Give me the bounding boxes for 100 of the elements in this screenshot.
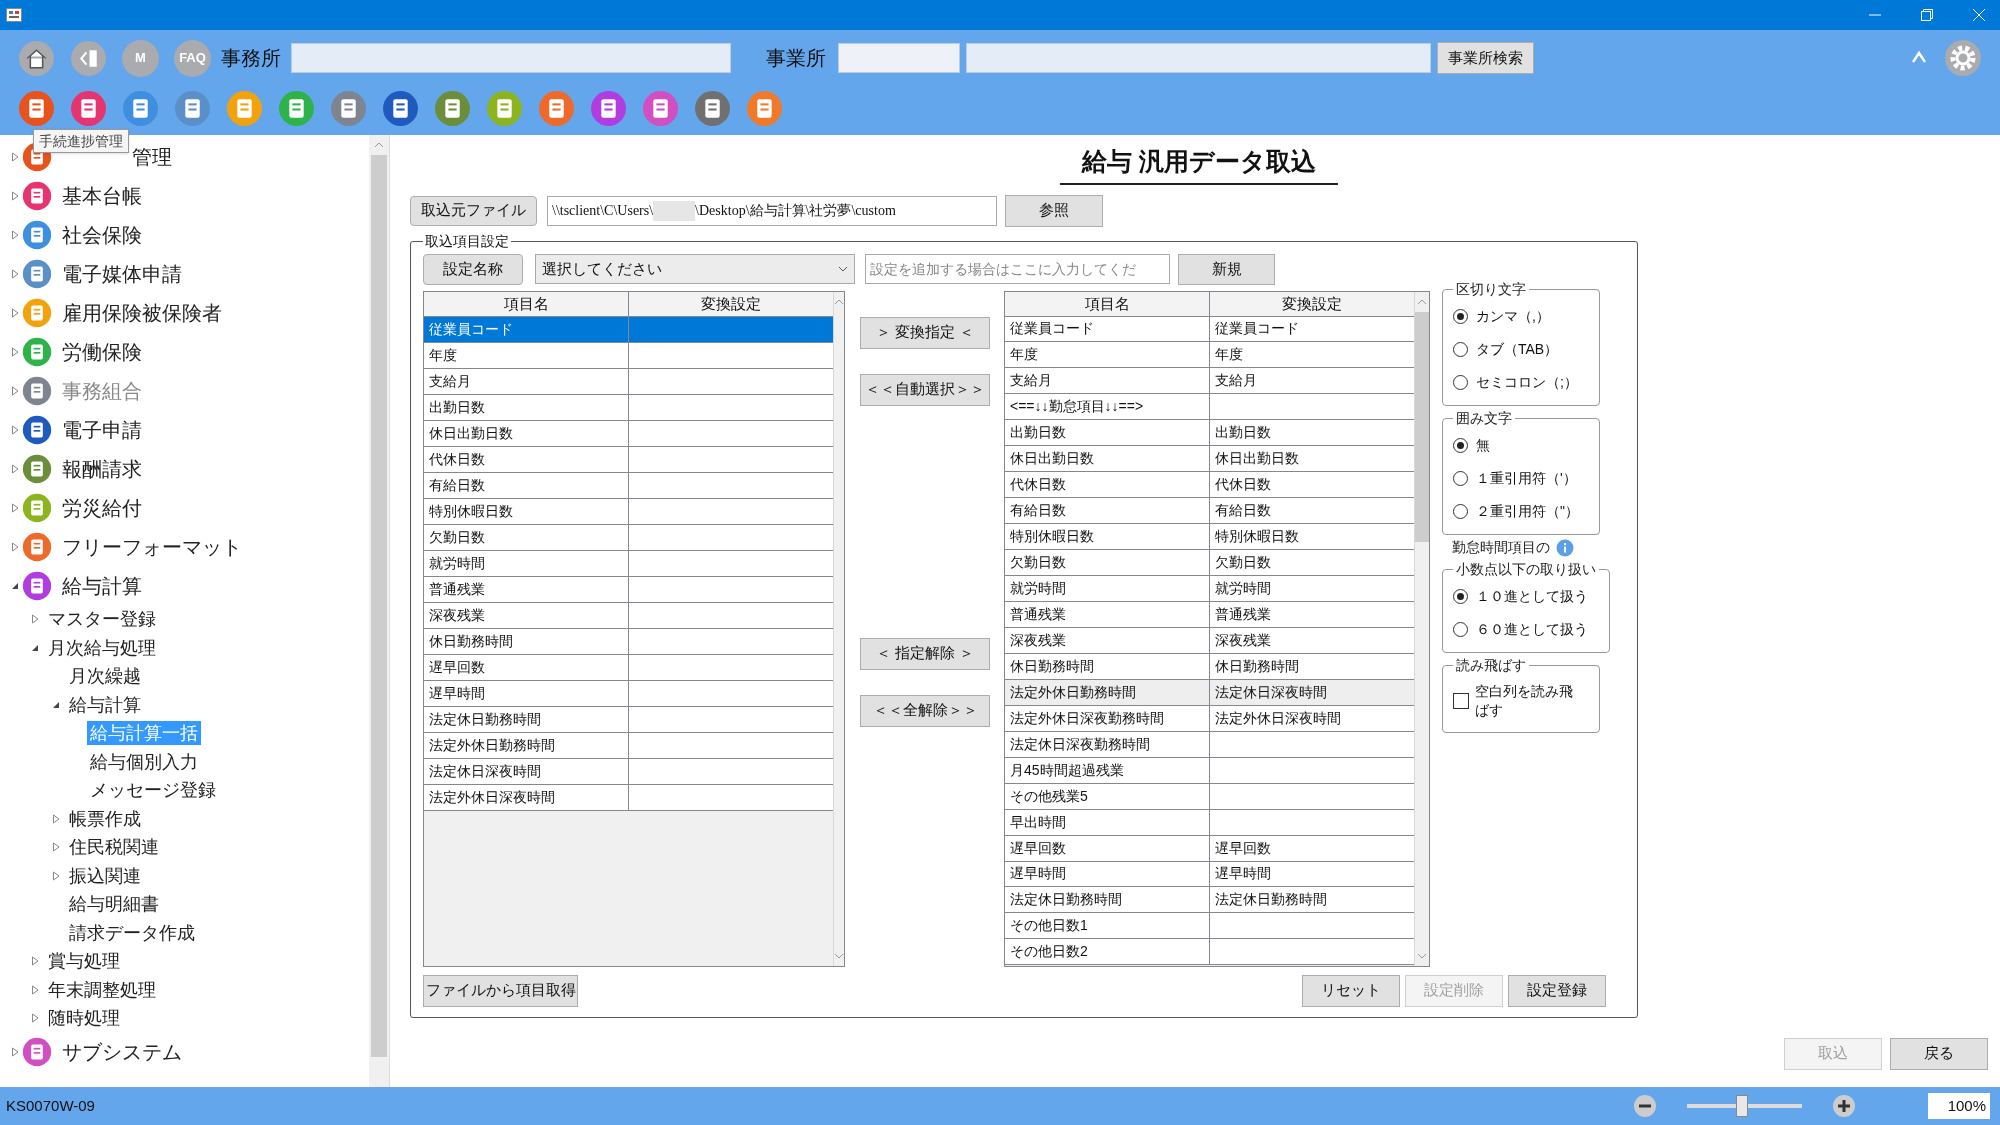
radio-button[interactable] — [1453, 374, 1468, 390]
collapsed-arrow-icon[interactable] — [10, 190, 20, 201]
tree-item[interactable]: フリーフォーマット — [62, 531, 242, 562]
app-icon[interactable] — [278, 90, 315, 127]
collapsed-arrow-icon[interactable] — [10, 346, 20, 357]
table-row[interactable]: 普通残業 — [424, 576, 833, 603]
collapsed-arrow-icon[interactable] — [30, 1013, 40, 1024]
app-icon[interactable] — [382, 90, 419, 127]
table-row[interactable]: 法定外休日勤務時間 法定休日深夜時間 — [1005, 679, 1414, 706]
table-row[interactable]: 休日勤務時間 — [424, 628, 833, 655]
app-icon[interactable] — [746, 90, 783, 127]
table-row[interactable]: 休日出勤日数 休日出勤日数 — [1005, 446, 1414, 473]
table-row[interactable]: 支給月 — [424, 368, 833, 395]
table-row[interactable]: 普通残業 普通残業 — [1005, 602, 1414, 628]
table-row[interactable]: 月45時間超過残業 — [1005, 757, 1414, 784]
radio-button[interactable] — [1453, 503, 1468, 519]
table-row[interactable]: 有給日数 有給日数 — [1005, 498, 1414, 525]
radio-label[interactable]: １０進として扱う — [1476, 585, 1588, 607]
tree-item[interactable]: 帳票作成 — [66, 806, 144, 831]
menu-category-icon[interactable] — [22, 1037, 52, 1067]
collapsed-arrow-icon[interactable] — [10, 1047, 20, 1057]
table-row[interactable]: 遅早時間 遅早時間 — [1005, 861, 1414, 888]
settings-action-button[interactable]: 設定登録 — [1508, 974, 1606, 1007]
radio-label[interactable]: ６０進として扱う — [1476, 618, 1588, 640]
collapsed-arrow-icon[interactable] — [30, 984, 40, 995]
table-row[interactable]: 特別休暇日数 特別休暇日数 — [1005, 524, 1414, 551]
get-fields-button[interactable]: ファイルから項目取得 — [423, 974, 578, 1007]
close-icon[interactable] — [1972, 8, 1986, 22]
tree-item[interactable]: 給与計算 — [66, 692, 144, 717]
scroll-up-icon[interactable] — [1417, 298, 1427, 305]
app-icon[interactable] — [174, 90, 211, 127]
restore-icon[interactable] — [1920, 8, 1934, 22]
tree-item[interactable]: 労働保険 — [62, 336, 142, 367]
collapsed-arrow-icon[interactable] — [10, 502, 20, 513]
collapsed-arrow-icon[interactable] — [10, 229, 20, 240]
table-row[interactable]: その他日数1 — [1005, 913, 1414, 940]
zoom-field[interactable]: 100% — [1928, 1093, 1990, 1119]
collapsed-arrow-icon[interactable] — [51, 813, 61, 824]
radio-label[interactable]: １重引用符（'） — [1476, 467, 1577, 489]
collapsed-arrow-icon[interactable] — [51, 842, 61, 853]
setting-select[interactable]: 選択してください — [535, 254, 855, 284]
back-icon[interactable] — [70, 39, 107, 77]
home-icon[interactable] — [18, 39, 55, 77]
table-row[interactable]: 法定外休日深夜時間 — [424, 784, 833, 811]
table-row[interactable]: <==↓↓勤怠項目↓↓==> — [1005, 394, 1414, 421]
collapsed-arrow-icon[interactable] — [10, 463, 20, 474]
tree-item[interactable]: 年末調整処理 — [45, 977, 159, 1002]
radio-label[interactable]: タブ（TAB） — [1476, 338, 1559, 360]
app-icon[interactable] — [18, 90, 55, 127]
table-row[interactable]: 出勤日数 — [424, 394, 833, 421]
setting-name-button[interactable]: 設定名称 — [423, 253, 523, 285]
tree-item[interactable]: 社会保険 — [62, 219, 142, 250]
table-row[interactable]: 欠勤日数 — [424, 524, 833, 551]
office-field[interactable] — [291, 43, 731, 73]
table-row[interactable]: 法定休日深夜時間 — [424, 758, 833, 785]
settings-action-button[interactable]: リセット — [1302, 974, 1400, 1007]
app-icon[interactable] — [70, 90, 107, 127]
table-row[interactable]: 遅早時間 — [424, 680, 833, 707]
table-row[interactable]: 深夜残業 — [424, 602, 833, 629]
tree-item[interactable]: 電子申請 — [62, 414, 142, 445]
scrollbar[interactable] — [1414, 291, 1429, 966]
table-row[interactable]: 支給月 支給月 — [1005, 368, 1414, 395]
table-row[interactable]: 法定外休日勤務時間 — [424, 732, 833, 759]
table-row[interactable]: 深夜残業 深夜残業 — [1005, 627, 1414, 654]
footer-button[interactable]: 戻る — [1890, 1037, 1988, 1070]
table-row[interactable]: 法定休日勤務時間 法定休日勤務時間 — [1005, 887, 1414, 914]
radio-label[interactable]: セミコロン（;） — [1476, 371, 1578, 393]
table-row[interactable]: 欠勤日数 欠勤日数 — [1005, 550, 1414, 577]
tree-item[interactable]: 報酬請求 — [62, 453, 142, 484]
table-row[interactable]: 従業員コード — [424, 316, 833, 343]
settings-icon[interactable] — [1944, 39, 1982, 77]
zoom-in-icon[interactable] — [1832, 1094, 1856, 1118]
file-path-field[interactable]: \\tsclient\C\Users\ \Desktop\給与計算\社労夢\custom — [547, 195, 997, 226]
app-icon[interactable] — [590, 90, 627, 127]
site-search-button[interactable]: 事業所検索 — [1437, 42, 1534, 74]
tree-item[interactable]: 月次給与処理 — [45, 635, 159, 660]
radio-button[interactable] — [1453, 437, 1468, 453]
radio-button[interactable] — [1453, 621, 1468, 637]
site-name-field[interactable] — [966, 43, 1431, 73]
table-row[interactable]: 法定休日深夜勤務時間 — [1005, 731, 1414, 758]
transfer-button[interactable]: ＜＜自動選択＞＞ — [860, 373, 990, 406]
zoom-slider-thumb[interactable] — [1736, 1095, 1749, 1117]
menu-category-icon[interactable] — [22, 336, 52, 367]
tree-item[interactable]: 月次繰越 — [66, 664, 144, 689]
table-row[interactable]: 有給日数 — [424, 472, 833, 499]
scroll-down-icon[interactable] — [834, 952, 844, 959]
transfer-button[interactable]: ＞ 変換指定 ＜ — [860, 316, 990, 349]
tree-item[interactable]: 基本台帳 — [62, 180, 142, 211]
tree-item[interactable]: 賞与処理 — [45, 949, 123, 974]
table-row[interactable]: 代休日数 代休日数 — [1005, 472, 1414, 499]
radio-button[interactable] — [1453, 588, 1468, 604]
menu-category-icon[interactable] — [22, 219, 52, 250]
app-icon[interactable] — [434, 90, 471, 127]
table-row[interactable]: 出勤日数 出勤日数 — [1005, 420, 1414, 447]
table-row[interactable]: 休日勤務時間 休日勤務時間 — [1005, 653, 1414, 680]
scrollbar[interactable] — [369, 135, 389, 1087]
radio-button[interactable] — [1453, 470, 1468, 486]
scroll-up-icon[interactable] — [834, 298, 844, 305]
tree-item[interactable]: 電子媒体申請 — [62, 258, 182, 289]
table-row[interactable]: 遅早回数 — [424, 654, 833, 681]
